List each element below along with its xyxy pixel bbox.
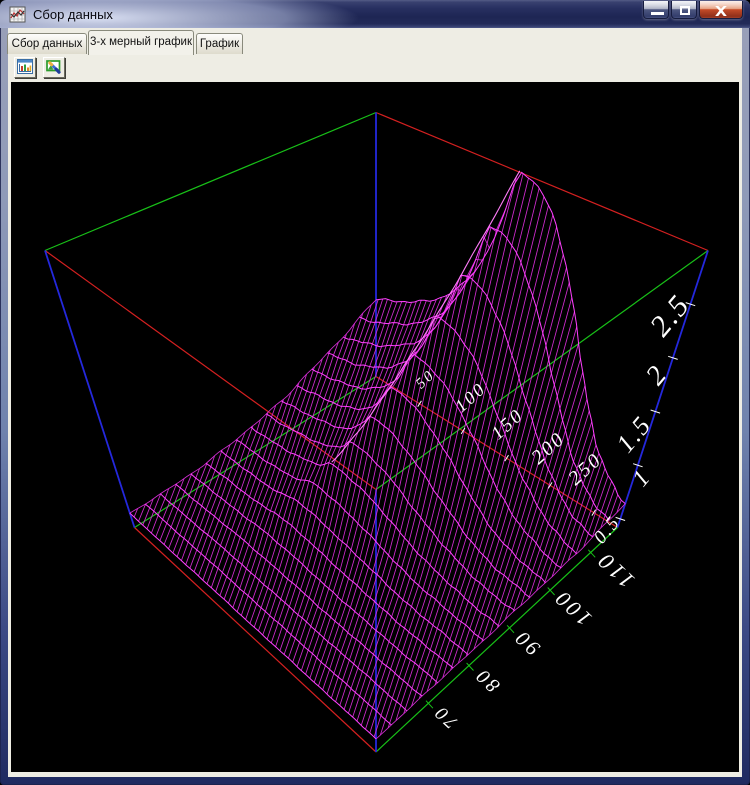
- svg-text:50: 50: [413, 366, 439, 391]
- svg-text:80: 80: [470, 662, 504, 696]
- svg-text:2: 2: [639, 358, 673, 390]
- svg-text:90: 90: [508, 624, 544, 660]
- svg-text:110: 110: [591, 546, 639, 593]
- svg-text:1.5: 1.5: [610, 409, 657, 457]
- svg-text:70: 70: [429, 700, 462, 732]
- svg-text:1: 1: [627, 464, 656, 491]
- svg-text:200: 200: [527, 427, 570, 468]
- svg-text:0.5: 0.5: [589, 511, 624, 547]
- svg-text:2.5: 2.5: [643, 288, 696, 343]
- svg-text:100: 100: [548, 584, 596, 631]
- svg-text:250: 250: [564, 448, 607, 489]
